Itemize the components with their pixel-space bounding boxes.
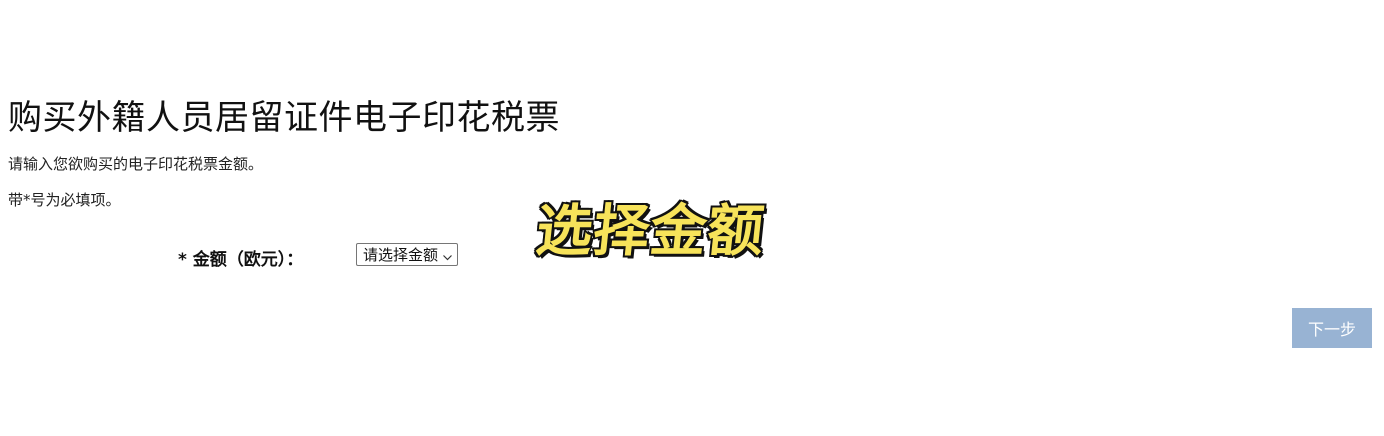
required-field-note: 带*号为必填项。 — [8, 191, 121, 209]
page: 购买外籍人员居留证件电子印花税票 请输入您欲购买的电子印花税票金额。 带*号为必… — [0, 0, 1384, 436]
amount-select-value: 请选择金额 — [363, 246, 439, 264]
next-button[interactable]: 下一步 — [1292, 308, 1372, 348]
amount-select[interactable]: 请选择金额 — [356, 243, 459, 266]
intro-text: 请输入您欲购买的电子印花税票金额。 — [8, 155, 264, 173]
chevron-down-icon — [442, 249, 453, 261]
overlay-caption: 选择金额 — [532, 198, 770, 266]
page-title: 购买外籍人员居留证件电子印花税票 — [8, 98, 560, 138]
amount-label: * 金额（欧元）： — [178, 250, 304, 270]
